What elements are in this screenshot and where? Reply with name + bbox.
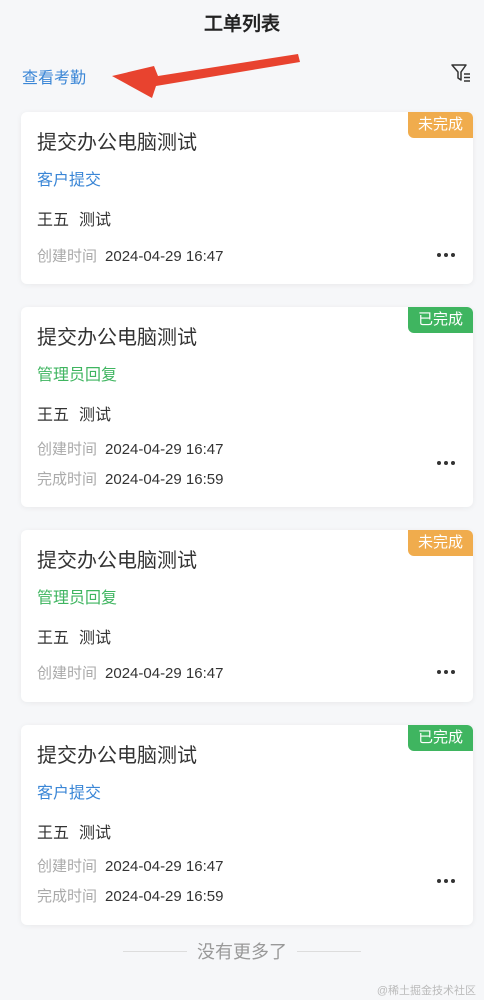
ticket-title: 提交办公电脑测试 — [37, 550, 197, 572]
created-time-row: 创建时间 2024-04-29 16:47 — [37, 244, 223, 270]
more-icon[interactable] — [437, 669, 455, 675]
ticket-card[interactable]: 未完成 提交办公电脑测试 客户提交 王五 测试 创建时间 2024-04-29 16… — [21, 112, 473, 284]
ticket-assignee: 王五 测试 — [37, 819, 111, 843]
created-time-row: 创建时间 2024-04-29 16:47 — [37, 437, 223, 463]
ticket-assignee: 王五 测试 — [37, 401, 111, 425]
view-attendance-link[interactable]: 查看考勤 — [22, 64, 86, 88]
assignee-name: 王五 — [37, 407, 70, 424]
completed-time-row: 完成时间 2024-04-29 16:59 — [37, 884, 223, 910]
status-badge: 已完成 — [407, 725, 473, 751]
completed-time-label: 完成时间 — [37, 471, 98, 488]
assignee-note: 测试 — [79, 630, 112, 647]
page-header: 工单列表 — [0, 0, 484, 44]
created-time-value: 2024-04-29 16:47 — [105, 441, 224, 458]
assignee-name: 王五 — [37, 630, 70, 647]
ticket-card[interactable]: 已完成 提交办公电脑测试 客户提交 王五 测试 创建时间 2024-04-29 16… — [21, 725, 473, 925]
ticket-source: 管理员回复 — [37, 367, 118, 384]
status-badge: 已完成 — [407, 307, 473, 333]
more-icon[interactable] — [437, 460, 455, 466]
created-time-label: 创建时间 — [37, 441, 98, 458]
ticket-source: 客户提交 — [37, 172, 102, 189]
watermark: @稀土掘金技术社区 — [376, 985, 476, 997]
completed-time-label: 完成时间 — [37, 888, 98, 905]
assignee-note: 测试 — [79, 212, 112, 229]
divider — [297, 950, 361, 952]
ticket-card[interactable]: 未完成 提交办公电脑测试 管理员回复 王五 测试 创建时间 2024-04-29 1… — [21, 530, 473, 702]
created-time-value: 2024-04-29 16:47 — [105, 665, 224, 682]
ticket-title: 提交办公电脑测试 — [37, 745, 197, 767]
ticket-assignee: 王五 测试 — [37, 206, 111, 230]
created-time-row: 创建时间 2024-04-29 16:47 — [37, 854, 223, 880]
created-time-label: 创建时间 — [37, 248, 98, 265]
list-end-indicator: 没有更多了 — [0, 936, 484, 966]
ticket-card[interactable]: 已完成 提交办公电脑测试 管理员回复 王五 测试 创建时间 2024-04-29 1… — [21, 307, 473, 507]
created-time-value: 2024-04-29 16:47 — [105, 248, 224, 265]
ticket-title: 提交办公电脑测试 — [37, 132, 197, 154]
created-time-label: 创建时间 — [37, 665, 98, 682]
completed-time-value: 2024-04-29 16:59 — [105, 888, 224, 905]
no-more-text: 没有更多了 — [197, 942, 287, 962]
ticket-title: 提交办公电脑测试 — [37, 327, 197, 349]
assignee-name: 王五 — [37, 212, 70, 229]
status-badge: 未完成 — [407, 112, 473, 138]
page-title: 工单列表 — [203, 13, 280, 35]
ticket-source: 客户提交 — [37, 785, 102, 802]
completed-time-row: 完成时间 2024-04-29 16:59 — [37, 467, 223, 493]
assignee-note: 测试 — [79, 407, 112, 424]
annotation-arrow — [112, 54, 300, 98]
divider — [123, 950, 187, 952]
created-time-label: 创建时间 — [37, 858, 98, 875]
created-time-row: 创建时间 2024-04-29 16:47 — [37, 661, 223, 687]
completed-time-value: 2024-04-29 16:59 — [105, 471, 224, 488]
more-icon[interactable] — [437, 252, 455, 258]
ticket-source: 管理员回复 — [37, 590, 118, 607]
more-icon[interactable] — [437, 878, 455, 884]
assignee-name: 王五 — [37, 825, 70, 842]
filter-icon[interactable] — [450, 62, 472, 84]
ticket-assignee: 王五 测试 — [37, 624, 111, 648]
status-badge: 未完成 — [407, 530, 473, 556]
assignee-note: 测试 — [79, 825, 112, 842]
created-time-value: 2024-04-29 16:47 — [105, 858, 224, 875]
